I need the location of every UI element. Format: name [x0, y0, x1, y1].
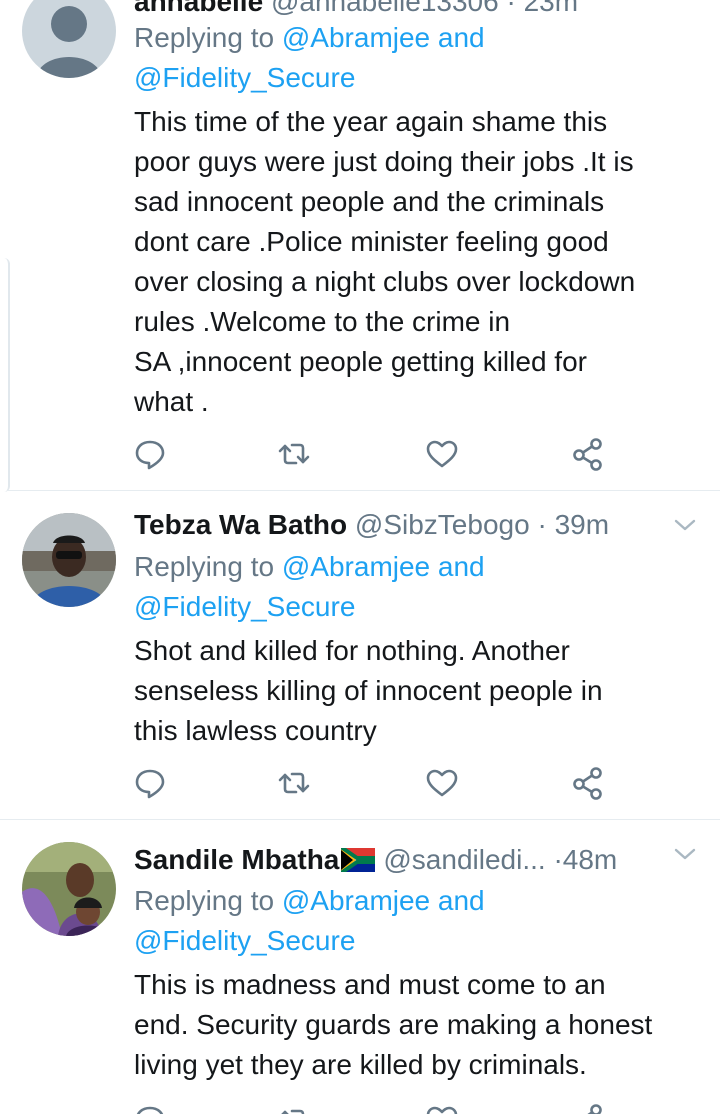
text-line: Shot and killed for nothing. Another — [134, 635, 570, 666]
retweet-icon[interactable] — [276, 1102, 312, 1114]
retweet-icon[interactable] — [276, 765, 312, 801]
text-line: what . — [134, 386, 209, 417]
display-name[interactable]: Tebza Wa Batho — [134, 509, 347, 540]
like-icon[interactable] — [424, 1102, 460, 1114]
mention-link[interactable]: @Abramjee and — [282, 885, 485, 916]
share-icon[interactable] — [570, 1102, 606, 1114]
user-handle[interactable]: @sandiledi... — [383, 844, 545, 875]
text-line: This is madness and must come to an — [134, 969, 606, 1000]
tweet-feed: annabelle @annabelle13306 · 23m Replying… — [0, 0, 720, 1114]
text-line: dont care .Police minister feeling good — [134, 226, 609, 257]
share-icon[interactable] — [570, 436, 606, 472]
replying-to-line2: @Fidelity_Secure — [134, 587, 355, 627]
action-bar — [0, 1102, 720, 1114]
user-handle[interactable]: @annabelle13306 — [271, 0, 499, 17]
replying-to: Replying to @Abramjee and — [134, 18, 485, 58]
separator-dot: · — [537, 509, 547, 540]
photo-avatar-icon — [22, 513, 116, 607]
text-line: over closing a night clubs over lockdown — [134, 266, 636, 297]
text-line: end. Security guards are making a honest — [134, 1009, 653, 1040]
chevron-down-icon[interactable] — [672, 834, 698, 874]
replying-to-label: Replying to — [134, 22, 275, 53]
timestamp[interactable]: 48m — [563, 844, 617, 875]
default-avatar-icon — [36, 6, 102, 78]
user-handle[interactable]: @SibzTebogo — [355, 509, 530, 540]
avatar[interactable] — [22, 513, 116, 607]
separator-dot: · — [553, 844, 563, 875]
text-line: senseless killing of innocent people in — [134, 675, 603, 706]
display-name[interactable]: Sandile Mbatha — [134, 844, 339, 875]
tweet-card[interactable]: annabelle @annabelle13306 · 23m Replying… — [0, 0, 720, 490]
south-africa-flag-icon — [340, 843, 378, 880]
text-line: this lawless country — [134, 715, 377, 746]
retweet-icon[interactable] — [276, 436, 312, 472]
mention-link[interactable]: @Fidelity_Secure — [134, 62, 355, 93]
action-bar — [0, 765, 720, 805]
mention-link[interactable]: @Abramjee and — [282, 551, 485, 582]
tweet-card[interactable]: Sandile Mbatha @sandiledi... ·48m Replyi… — [0, 820, 720, 1114]
timestamp[interactable]: 23m — [524, 0, 578, 17]
text-line: rules .Welcome to the crime in — [134, 306, 511, 337]
mention-link[interactable]: @Fidelity_Secure — [134, 925, 355, 956]
replying-to-line2: @Fidelity_Secure — [134, 921, 355, 961]
reply-icon[interactable] — [132, 436, 168, 472]
replying-to: Replying to @Abramjee and — [134, 881, 485, 921]
photo-avatar-icon — [22, 842, 116, 936]
replying-to: Replying to @Abramjee and — [134, 547, 485, 587]
replying-to-label: Replying to — [134, 551, 275, 582]
tweet-header: Sandile Mbatha @sandiledi... ·48m — [134, 840, 690, 880]
action-bar — [0, 436, 720, 476]
like-icon[interactable] — [424, 436, 460, 472]
replying-to-label: Replying to — [134, 885, 275, 916]
share-icon[interactable] — [570, 765, 606, 801]
avatar[interactable] — [22, 842, 116, 936]
avatar[interactable] — [22, 0, 116, 78]
chevron-down-icon[interactable] — [672, 505, 698, 545]
display-name[interactable]: annabelle — [134, 0, 263, 17]
text-line: poor guys were just doing their jobs .It… — [134, 146, 634, 177]
timestamp[interactable]: 39m — [555, 509, 609, 540]
text-line: living yet they are killed by criminals. — [134, 1049, 587, 1080]
separator-dot: · — [506, 0, 516, 17]
tweet-card[interactable]: Tebza Wa Batho @SibzTebogo · 39m Replyin… — [0, 491, 720, 819]
reply-icon[interactable] — [132, 1102, 168, 1114]
text-line: This time of the year again shame this — [134, 106, 608, 137]
replying-to-line2: @Fidelity_Secure — [134, 58, 355, 98]
text-line: sad innocent people and the criminals — [134, 186, 605, 217]
tweet-header: Tebza Wa Batho @SibzTebogo · 39m — [134, 505, 690, 545]
reply-icon[interactable] — [132, 765, 168, 801]
tweet-text: This time of the year again shame this p… — [134, 102, 700, 422]
tweet-text: This is madness and must come to an end.… — [134, 965, 700, 1085]
mention-link[interactable]: @Fidelity_Secure — [134, 591, 355, 622]
text-line: SA ,innocent people getting killed for — [134, 346, 587, 377]
like-icon[interactable] — [424, 765, 460, 801]
tweet-text: Shot and killed for nothing. Another sen… — [134, 631, 700, 751]
mention-link[interactable]: @Abramjee and — [282, 22, 485, 53]
